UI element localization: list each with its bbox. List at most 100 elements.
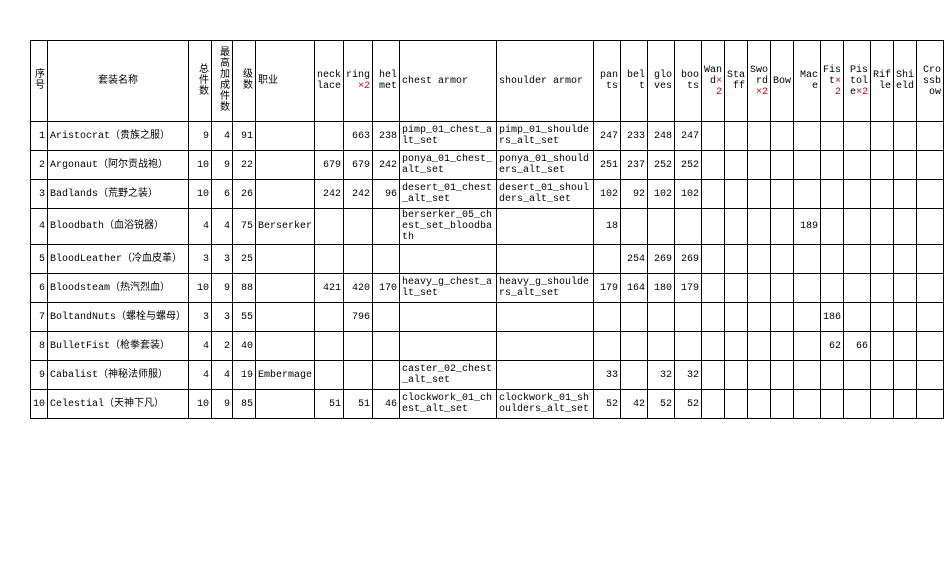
cell-mace	[794, 361, 821, 390]
cell-pants: 52	[594, 390, 621, 419]
cell-cross	[917, 303, 944, 332]
cell-wand	[702, 151, 725, 180]
cell-ring: 242	[344, 180, 373, 209]
cell-lvl: 22	[233, 151, 256, 180]
cell-fist	[821, 209, 844, 245]
col-class: 职业	[256, 41, 315, 122]
cell-belt: 164	[621, 274, 648, 303]
cell-cross	[917, 209, 944, 245]
col-rifle: Rifle	[871, 41, 894, 122]
cell-wand	[702, 303, 725, 332]
table-row: 8BulletFist（枪拳套装）42406266	[31, 332, 944, 361]
cell-cross	[917, 151, 944, 180]
cell-pants	[594, 303, 621, 332]
cell-hi: 4	[212, 122, 233, 151]
cell-idx: 6	[31, 274, 48, 303]
cell-boots	[675, 303, 702, 332]
table-row: 3Badlands（荒野之装）1062624224296desert_01_ch…	[31, 180, 944, 209]
col-level: 级数	[233, 41, 256, 122]
cell-belt: 237	[621, 151, 648, 180]
cell-gloves: 248	[648, 122, 675, 151]
cell-idx: 7	[31, 303, 48, 332]
cell-neck	[315, 332, 344, 361]
col-wand: Wand×2	[702, 41, 725, 122]
col-helmet: helmet	[373, 41, 400, 122]
cell-shoulder	[497, 303, 594, 332]
cell-fist	[821, 122, 844, 151]
col-fist: Fist×2	[821, 41, 844, 122]
cell-sword	[748, 180, 771, 209]
cell-bow	[771, 332, 794, 361]
cell-ring	[344, 361, 373, 390]
cell-ring	[344, 209, 373, 245]
cell-rif	[871, 332, 894, 361]
cell-neck: 51	[315, 390, 344, 419]
cell-gloves	[648, 209, 675, 245]
cell-belt: 254	[621, 245, 648, 274]
cell-pants: 179	[594, 274, 621, 303]
cell-belt	[621, 303, 648, 332]
cell-rif	[871, 274, 894, 303]
cell-lvl: 19	[233, 361, 256, 390]
cell-ring: 796	[344, 303, 373, 332]
cell-shoulder	[497, 332, 594, 361]
cell-fist: 62	[821, 332, 844, 361]
cell-pist	[844, 274, 871, 303]
cell-pants: 102	[594, 180, 621, 209]
cell-wand	[702, 390, 725, 419]
cell-sword	[748, 274, 771, 303]
cell-shi	[894, 151, 917, 180]
cell-rif	[871, 209, 894, 245]
col-necklace: necklace	[315, 41, 344, 122]
col-total: 总件数	[189, 41, 212, 122]
cell-name: Bloodsteam（热汽烈血）	[48, 274, 189, 303]
cell-hi: 9	[212, 151, 233, 180]
cell-neck	[315, 209, 344, 245]
cell-helm: 238	[373, 122, 400, 151]
cell-staff	[725, 390, 748, 419]
cell-cross	[917, 332, 944, 361]
cell-wand	[702, 122, 725, 151]
cell-mace: 189	[794, 209, 821, 245]
col-mace: Mace	[794, 41, 821, 122]
cell-wand	[702, 274, 725, 303]
cell-wand	[702, 361, 725, 390]
table-row: 5BloodLeather（冷血皮革）3325254269269	[31, 245, 944, 274]
cell-rif	[871, 245, 894, 274]
cell-sword	[748, 151, 771, 180]
cell-cross	[917, 180, 944, 209]
cell-shoulder: heavy_g_shoulders_alt_set	[497, 274, 594, 303]
cell-boots: 269	[675, 245, 702, 274]
cell-bow	[771, 361, 794, 390]
cell-shi	[894, 209, 917, 245]
cell-gloves	[648, 332, 675, 361]
cell-belt: 42	[621, 390, 648, 419]
cell-bow	[771, 274, 794, 303]
col-crossbow: Crossbow	[917, 41, 944, 122]
cell-ring	[344, 245, 373, 274]
cell-tot: 4	[189, 361, 212, 390]
cell-staff	[725, 151, 748, 180]
cell-shi	[894, 180, 917, 209]
cell-lvl: 91	[233, 122, 256, 151]
cell-wand	[702, 209, 725, 245]
cell-helm	[373, 209, 400, 245]
cell-job	[256, 245, 315, 274]
cell-boots: 179	[675, 274, 702, 303]
cell-bow	[771, 180, 794, 209]
cell-idx: 4	[31, 209, 48, 245]
cell-fist	[821, 180, 844, 209]
cell-shi	[894, 122, 917, 151]
cell-job	[256, 332, 315, 361]
cell-chest: caster_02_chest_alt_set	[400, 361, 497, 390]
cell-fist: 186	[821, 303, 844, 332]
cell-rif	[871, 303, 894, 332]
cell-staff	[725, 245, 748, 274]
cell-chest: berserker_05_chest_set_bloodbath	[400, 209, 497, 245]
cell-tot: 4	[189, 209, 212, 245]
cell-fist	[821, 245, 844, 274]
cell-name: BoltandNuts（螺栓与螺母）	[48, 303, 189, 332]
cell-idx: 8	[31, 332, 48, 361]
cell-boots	[675, 332, 702, 361]
cell-pants	[594, 332, 621, 361]
